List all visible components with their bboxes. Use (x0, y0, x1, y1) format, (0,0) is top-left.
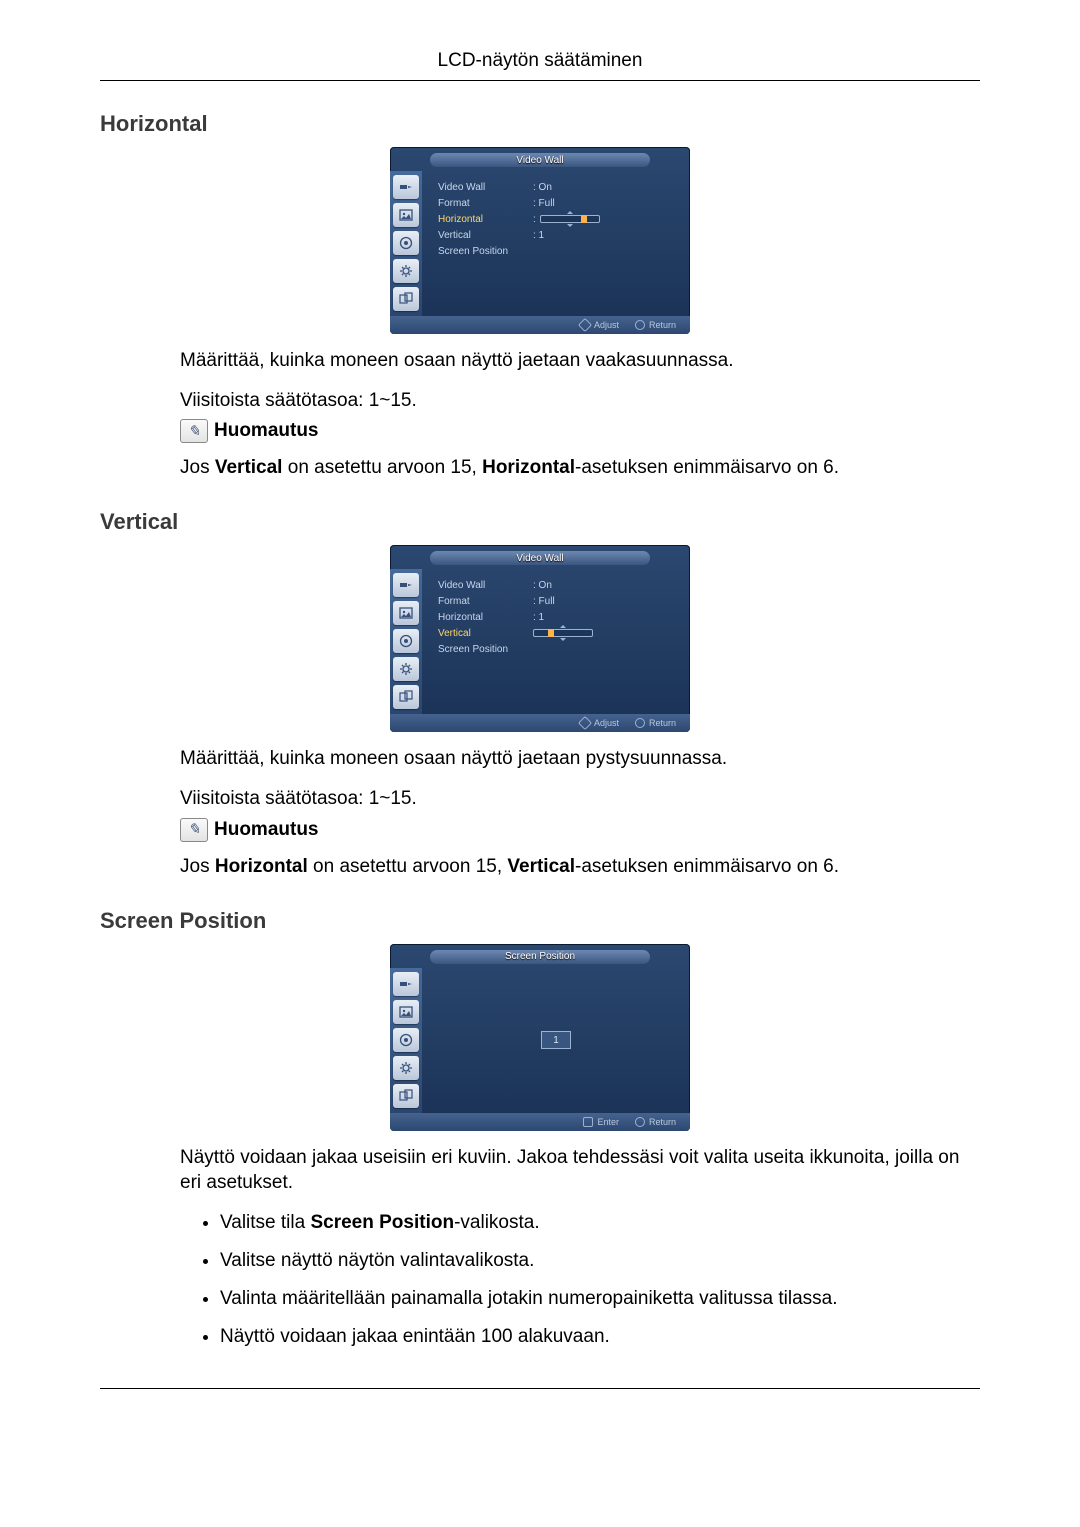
osd-item-value: : 1 (533, 612, 544, 623)
list-item: Valinta määritellään painamalla jotakin … (220, 1288, 980, 1310)
osd-sidebar (390, 569, 422, 714)
screenpos-desc: Näyttö voidaan jakaa useisiin eri kuviin… (180, 1145, 980, 1196)
osd-title-text: Video Wall (516, 155, 563, 166)
page-header-title: LCD-näytön säätäminen (100, 50, 980, 72)
note-icon: ✎ (180, 419, 208, 443)
note-label: Huomautus (214, 819, 319, 841)
note-label: Huomautus (214, 420, 319, 442)
osd-content: Video Wall: On Format: Full Horizontal: … (422, 569, 690, 714)
horizontal-desc: Määrittää, kuinka moneen osaan näyttö ja… (180, 348, 980, 374)
osd-footer: Adjust Return (390, 316, 690, 334)
osd-item-label[interactable]: Format (438, 596, 533, 607)
osd-footer: Adjust Return (390, 714, 690, 732)
setup-icon[interactable] (393, 259, 419, 283)
header-rule (100, 80, 980, 81)
osd-item-value: : On (533, 580, 552, 591)
return-button[interactable]: Return (635, 718, 676, 728)
vertical-desc: Määrittää, kuinka moneen osaan näyttö ja… (180, 746, 980, 772)
osd-item-value: : 1 (533, 230, 544, 241)
return-icon (635, 718, 645, 728)
sound-icon[interactable] (393, 629, 419, 653)
diamond-icon (578, 716, 592, 730)
osd-item-value: : Full (533, 198, 555, 209)
osd-item-label[interactable]: Screen Position (438, 246, 533, 257)
list-item: Valitse näyttö näytön valintavalikosta. (220, 1250, 980, 1272)
note-icon: ✎ (180, 818, 208, 842)
osd-item-label[interactable]: Video Wall (438, 580, 533, 591)
return-button[interactable]: Return (635, 1117, 676, 1127)
multi-icon[interactable] (393, 287, 419, 311)
enter-icon (583, 1117, 593, 1127)
multi-icon[interactable] (393, 685, 419, 709)
osd-item-label[interactable]: Vertical (438, 230, 533, 241)
osd-titlebar: Video Wall (390, 147, 690, 171)
osd-menu-screenpos: Screen Position 1 Enter Return (390, 944, 690, 1131)
picture-icon[interactable] (393, 203, 419, 227)
osd-slider[interactable] (533, 629, 593, 637)
adjust-button[interactable]: Adjust (580, 718, 619, 728)
input-icon[interactable] (393, 175, 419, 199)
footer-rule (100, 1388, 980, 1389)
picture-icon[interactable] (393, 1000, 419, 1024)
osd-item-label[interactable]: Screen Position (438, 644, 533, 655)
osd-item-label[interactable]: Horizontal (438, 214, 533, 225)
list-item: Valitse tila Screen Position-valikosta. (220, 1212, 980, 1234)
osd-item-value: : (533, 214, 536, 225)
return-icon (635, 320, 645, 330)
osd-item-value: : Full (533, 596, 555, 607)
osd-item-label[interactable]: Horizontal (438, 612, 533, 623)
vertical-levels: Viisitoista säätötasoa: 1~15. (180, 786, 980, 812)
osd-menu-vertical: Video Wall Video Wall: On Format: Full H… (390, 545, 690, 732)
osd-title-text: Screen Position (505, 951, 575, 962)
section-heading-screenpos: Screen Position (100, 908, 980, 934)
osd-sidebar (390, 968, 422, 1113)
enter-button[interactable]: Enter (583, 1117, 619, 1127)
osd-titlebar: Screen Position (390, 944, 690, 968)
setup-icon[interactable] (393, 657, 419, 681)
return-button[interactable]: Return (635, 320, 676, 330)
setup-icon[interactable] (393, 1056, 419, 1080)
osd-item-label[interactable]: Video Wall (438, 182, 533, 193)
vertical-note-text: Jos Horizontal on asetettu arvoon 15, Ve… (180, 856, 980, 878)
return-icon (635, 1117, 645, 1127)
screenpos-bullets: Valitse tila Screen Position-valikosta. … (220, 1212, 980, 1348)
osd-titlebar: Video Wall (390, 545, 690, 569)
osd-item-label[interactable]: Format (438, 198, 533, 209)
input-icon[interactable] (393, 573, 419, 597)
sound-icon[interactable] (393, 231, 419, 255)
diamond-icon (578, 318, 592, 332)
horizontal-levels: Viisitoista säätötasoa: 1~15. (180, 388, 980, 414)
sound-icon[interactable] (393, 1028, 419, 1052)
osd-slider[interactable] (540, 215, 600, 223)
osd-footer: Enter Return (390, 1113, 690, 1131)
osd-title-text: Video Wall (516, 553, 563, 564)
osd-sidebar (390, 171, 422, 316)
multi-icon[interactable] (393, 1084, 419, 1108)
section-heading-horizontal: Horizontal (100, 111, 980, 137)
picture-icon[interactable] (393, 601, 419, 625)
input-icon[interactable] (393, 972, 419, 996)
osd-item-label[interactable]: Vertical (438, 628, 533, 639)
osd-menu-horizontal: Video Wall Video Wall: On Format: Full H… (390, 147, 690, 334)
horizontal-note-text: Jos Vertical on asetettu arvoon 15, Hori… (180, 457, 980, 479)
osd-item-value: : On (533, 182, 552, 193)
screen-position-value[interactable]: 1 (541, 1031, 571, 1049)
osd-content: 1 (422, 968, 690, 1113)
osd-content: Video Wall: On Format: Full Horizontal: … (422, 171, 690, 316)
section-heading-vertical: Vertical (100, 509, 980, 535)
list-item: Näyttö voidaan jakaa enintään 100 alakuv… (220, 1326, 980, 1348)
adjust-button[interactable]: Adjust (580, 320, 619, 330)
